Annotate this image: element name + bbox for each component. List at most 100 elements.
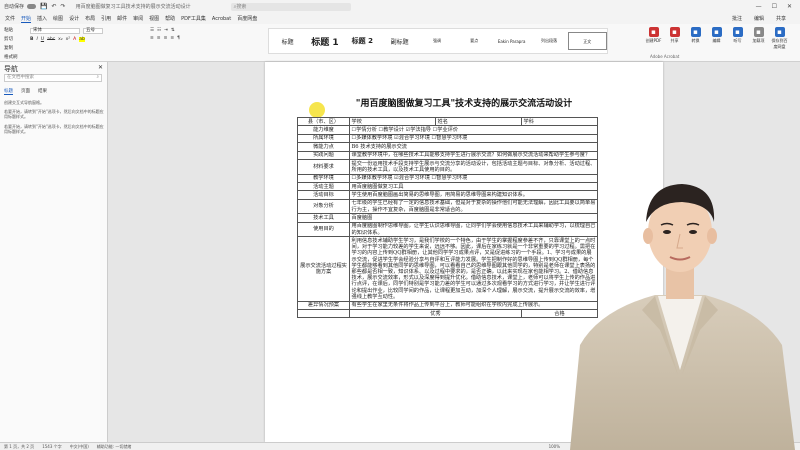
table-cell[interactable]: 优秀 <box>349 308 522 319</box>
language[interactable]: 中文(中国) <box>70 444 89 450</box>
style-gallery-item[interactable]: 标题 2 <box>344 36 381 46</box>
nav-search-input[interactable]: 在文档中搜索 ⌕ <box>4 74 102 82</box>
menu-item[interactable]: 帮助 <box>165 15 175 22</box>
table-cell[interactable]: 学校 <box>349 116 436 127</box>
menu-item[interactable]: 文件 <box>5 15 15 22</box>
indent-icon[interactable]: ⇥ <box>164 28 168 33</box>
superscript-button[interactable]: x² <box>66 37 70 42</box>
underline-button[interactable]: U <box>41 37 44 42</box>
window-title: 用百度脑图做复习工具技术支持的展示交流活动设计 <box>75 4 191 10</box>
menu-item[interactable]: 视图 <box>149 15 159 22</box>
table-label-cell[interactable]: 微能力点 <box>297 142 350 152</box>
ribbon-action-button[interactable]: ▪ 共享 <box>666 27 683 50</box>
tab-results[interactable]: 结果 <box>38 88 47 95</box>
style-gallery-item[interactable]: 正文 <box>567 32 607 50</box>
accessibility-status[interactable]: 辅助功能: 一切就绪 <box>97 444 132 450</box>
style-gallery-item[interactable]: 标题 1 <box>306 35 343 48</box>
tab-headings[interactable]: 标题 <box>4 88 13 95</box>
show-marks-button[interactable]: ¶ <box>177 36 180 41</box>
maximize-icon[interactable]: ☐ <box>772 3 777 10</box>
table-label-cell[interactable]: 使用目的 <box>297 221 350 238</box>
menu-item[interactable]: 引用 <box>101 15 111 22</box>
page-count[interactable]: 第 1 页，共 2 页 <box>4 444 34 450</box>
ribbon-action-button[interactable]: ▪ 转换 <box>687 27 704 50</box>
table-cell[interactable]: ☐学情分析 ☐教学设计 ☑学法指导 ☐学业评价 <box>349 125 598 135</box>
style-gallery-item[interactable]: 标题 <box>269 37 306 46</box>
style-gallery-item[interactable]: 列出段落 <box>530 38 567 44</box>
justify-button[interactable]: ≡ <box>170 36 174 41</box>
align-center-button[interactable]: ≡ <box>157 36 161 41</box>
table-cell[interactable]: B6 技术支持的展示交流 <box>349 142 598 152</box>
menu-item[interactable]: 百度网盘 <box>237 15 257 22</box>
table-label-cell[interactable]: 技术工具 <box>297 213 350 223</box>
presenter-video-overlay <box>570 184 795 450</box>
font-size-select[interactable]: 五号 <box>83 28 103 34</box>
table-label-cell[interactable]: 实践问题 <box>297 150 350 160</box>
share-button[interactable]: 共享 <box>776 15 786 22</box>
menu-item[interactable]: Acrobat <box>212 16 231 22</box>
editing-button[interactable]: 编辑 <box>754 15 764 22</box>
menu-item[interactable]: 插入 <box>37 15 47 22</box>
table-label-cell[interactable] <box>297 308 350 319</box>
tab-pages[interactable]: 页面 <box>21 88 30 95</box>
cut-button[interactable]: 剪切 <box>4 36 18 42</box>
subscript-button[interactable]: x₂ <box>58 37 62 42</box>
table-cell[interactable]: 姓名 <box>435 116 522 127</box>
autosave-toggle[interactable] <box>27 4 37 9</box>
table-label-cell[interactable]: 活动目标 <box>297 190 350 200</box>
search-box[interactable]: ⌕ 搜索 <box>230 2 351 11</box>
format-painter-button[interactable]: 格式刷 <box>4 54 18 60</box>
menu-item[interactable]: 邮件 <box>117 15 127 22</box>
table-label-cell[interactable]: 能力维度 <box>297 125 350 135</box>
font-color-icon[interactable]: A <box>73 37 76 42</box>
numbering-icon[interactable]: ☷ <box>157 28 161 33</box>
table-label-cell[interactable]: 所属环境 <box>297 133 350 144</box>
copy-button[interactable]: 复制 <box>4 45 18 51</box>
italic-button[interactable]: I <box>36 37 37 42</box>
close-icon[interactable]: ✕ <box>98 64 103 71</box>
menu-item[interactable]: 开始 <box>21 15 32 23</box>
table-label-cell[interactable]: 教学环境 <box>297 173 350 183</box>
ribbon-action-button[interactable]: ▪ 加载项 <box>750 27 767 50</box>
style-gallery-item[interactable]: 强调 <box>418 38 455 44</box>
strikethrough-button[interactable]: abc <box>47 37 55 42</box>
font-name-select[interactable]: 宋体 <box>30 28 80 34</box>
comments-button[interactable]: 批注 <box>732 15 742 22</box>
table-label-cell[interactable]: 材料要求 <box>297 158 350 175</box>
menu-item[interactable]: 布局 <box>85 15 95 22</box>
save-icon[interactable]: 💾 <box>40 3 47 10</box>
zoom-level[interactable]: 100% <box>549 444 560 449</box>
table-cell[interactable]: 学科 <box>521 116 598 127</box>
bullets-icon[interactable]: ☰ <box>150 28 154 33</box>
close-icon[interactable]: ✕ <box>787 3 792 10</box>
table-label-cell[interactable]: 展示交流活动过程实施方案 <box>297 236 350 302</box>
style-gallery-item[interactable]: Eakin Parapra <box>493 39 530 44</box>
ribbon-action-button[interactable]: ▪ 听写 <box>729 27 746 50</box>
style-gallery-item[interactable]: 副标题 <box>381 37 418 46</box>
table-label-cell[interactable]: 活动主题 <box>297 181 350 192</box>
undo-icon[interactable]: ↶ <box>52 3 57 10</box>
menu-item[interactable]: 设计 <box>69 15 79 22</box>
style-gallery-item[interactable]: 要点 <box>456 38 493 44</box>
table-label-cell[interactable]: 差异情况预案 <box>297 300 350 310</box>
highlight-icon[interactable]: ab <box>79 37 85 42</box>
minimize-icon[interactable]: — <box>756 3 762 10</box>
ribbon-action-button[interactable]: ▪ 保存到百度网盘 <box>771 27 788 50</box>
redo-icon[interactable]: ↷ <box>61 3 66 10</box>
word-count[interactable]: 1543 个字 <box>42 444 61 450</box>
table-label-cell[interactable]: 对象分析 <box>297 198 350 215</box>
menu-item[interactable]: PDF工具集 <box>181 15 206 22</box>
table-cell[interactable]: 课堂教学环境中，在哪些技术工具能够支持学生进行展示交流？如何做展示交流活动来帮助… <box>349 150 598 160</box>
paste-button[interactable]: 粘贴 <box>4 27 18 33</box>
table-label-cell[interactable]: 县（市、区） <box>297 116 350 127</box>
table-cell[interactable]: ☐多媒体教学环境 ☑混合学习环境 ☐智慧学习环境 <box>349 133 598 144</box>
ribbon-action-button[interactable]: ▪ 编辑 <box>708 27 725 50</box>
align-right-button[interactable]: ≡ <box>164 36 168 41</box>
menu-item[interactable]: 绘图 <box>53 15 63 22</box>
align-left-button[interactable]: ≡ <box>150 36 154 41</box>
bold-button[interactable]: B <box>30 37 33 42</box>
search-icon[interactable]: ⌕ <box>96 75 99 81</box>
sort-icon[interactable]: ⇅ <box>171 28 175 33</box>
menu-item[interactable]: 审阅 <box>133 15 143 22</box>
ribbon-action-button[interactable]: ▪ 创建PDF <box>645 27 662 50</box>
